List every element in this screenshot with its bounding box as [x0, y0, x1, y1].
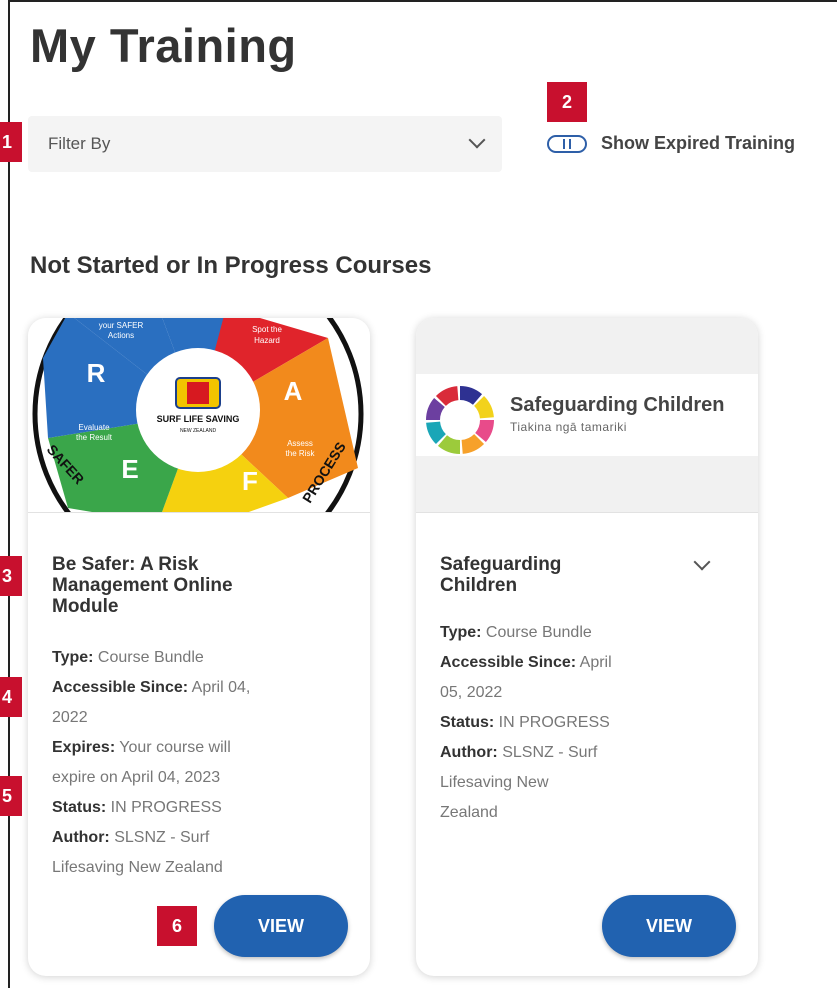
caption-assess-2: the Risk	[286, 449, 316, 458]
safeguarding-banner: Safeguarding Children Tiakina ngā tamari…	[416, 374, 758, 456]
page-title: My Training	[30, 19, 297, 72]
logo-text: SURF LIFE SAVING	[157, 414, 240, 424]
caption-top-2: Actions	[108, 331, 134, 340]
meta-line-type: Type: Course Bundle	[440, 624, 592, 641]
course-card: Safeguarding Children Tiakina ngā tamari…	[416, 318, 758, 976]
course-title-line: Children	[440, 575, 518, 596]
meta-line-type: Type: Course Bundle	[52, 649, 204, 666]
caption-assess-1: Assess	[287, 439, 313, 448]
course-card: SURF LIFE SAVING NEW ZEALAND R A E F you…	[28, 318, 370, 976]
meta-line-author-cont2: Zealand	[440, 804, 498, 821]
meta-line-author-cont: Lifesaving New	[440, 774, 549, 791]
caption-spot-2: Hazard	[254, 336, 280, 345]
meta-line-accessible-cont: 2022	[52, 709, 88, 726]
chevron-down-icon	[468, 131, 486, 149]
callout-6: 6	[157, 906, 197, 946]
course-title-line: Safeguarding	[440, 554, 562, 575]
meta-line-accessible-cont: 05, 2022	[440, 684, 503, 701]
meta-line-status: Status: IN PROGRESS	[52, 799, 222, 816]
filter-dropdown[interactable]: Filter By	[28, 116, 502, 172]
section-heading: Not Started or In Progress Courses	[30, 252, 432, 279]
course-title-line: Be Safer: A Risk	[52, 554, 199, 575]
logo-subtext: NEW ZEALAND	[180, 428, 217, 434]
callout-5: 5	[0, 776, 22, 816]
callout-4: 4	[0, 677, 22, 717]
caption-eval-2: the Result	[76, 433, 113, 442]
caption-top-1: your SAFER	[99, 321, 144, 330]
expand-chevron-icon[interactable]	[693, 553, 711, 571]
card-divider	[416, 512, 758, 513]
letter-e: E	[121, 454, 138, 484]
course-title-line: Management Online	[52, 575, 233, 596]
caption-eval-1: Evaluate	[78, 423, 110, 432]
show-expired-toggle[interactable]	[547, 135, 587, 153]
course-title: Be Safer: A Risk Management Online Modul…	[52, 554, 352, 617]
brand-subtitle: Tiakina ngā tamariki	[510, 420, 627, 434]
toggle-pause-icon	[563, 139, 573, 149]
course-title-line: Module	[52, 596, 119, 617]
card-divider	[28, 512, 370, 513]
caption-spot-1: Spot the	[252, 325, 282, 334]
letter-r: R	[87, 358, 106, 388]
filter-label: Filter By	[48, 134, 111, 153]
meta-line-accessible: Accessible Since: April	[440, 654, 612, 671]
meta-line-status: Status: IN PROGRESS	[440, 714, 610, 731]
meta-line-accessible: Accessible Since: April 04,	[52, 679, 251, 696]
course-meta: Type: Course Bundle Accessible Since: Ap…	[440, 618, 700, 828]
course-thumbnail[interactable]: Safeguarding Children Tiakina ngā tamari…	[416, 318, 758, 512]
show-expired-label: Show Expired Training	[601, 133, 796, 153]
meta-line-expires-cont: expire on April 04, 2023	[52, 769, 221, 786]
brand-title: Safeguarding Children	[510, 394, 725, 416]
safer-process-image: SURF LIFE SAVING NEW ZEALAND R A E F you…	[28, 318, 370, 512]
callout-3: 3	[0, 556, 22, 596]
puzzle-ring-icon	[426, 386, 494, 454]
callout-2: 2	[547, 82, 587, 122]
course-title: Safeguarding Children	[440, 554, 660, 596]
meta-line-expires: Expires: Your course will	[52, 739, 231, 756]
meta-line-author: Author: SLSNZ - Surf	[440, 744, 598, 761]
callout-1: 1	[0, 122, 22, 162]
letter-f: F	[242, 466, 258, 496]
view-button[interactable]: VIEW	[214, 895, 348, 957]
letter-a: A	[284, 376, 303, 406]
view-button[interactable]: VIEW	[602, 895, 736, 957]
course-meta: Type: Course Bundle Accessible Since: Ap…	[52, 643, 352, 883]
course-thumbnail[interactable]: SURF LIFE SAVING NEW ZEALAND R A E F you…	[28, 318, 370, 512]
meta-line-author-cont: Lifesaving New Zealand	[52, 859, 223, 876]
meta-line-author: Author: SLSNZ - Surf	[52, 829, 210, 846]
